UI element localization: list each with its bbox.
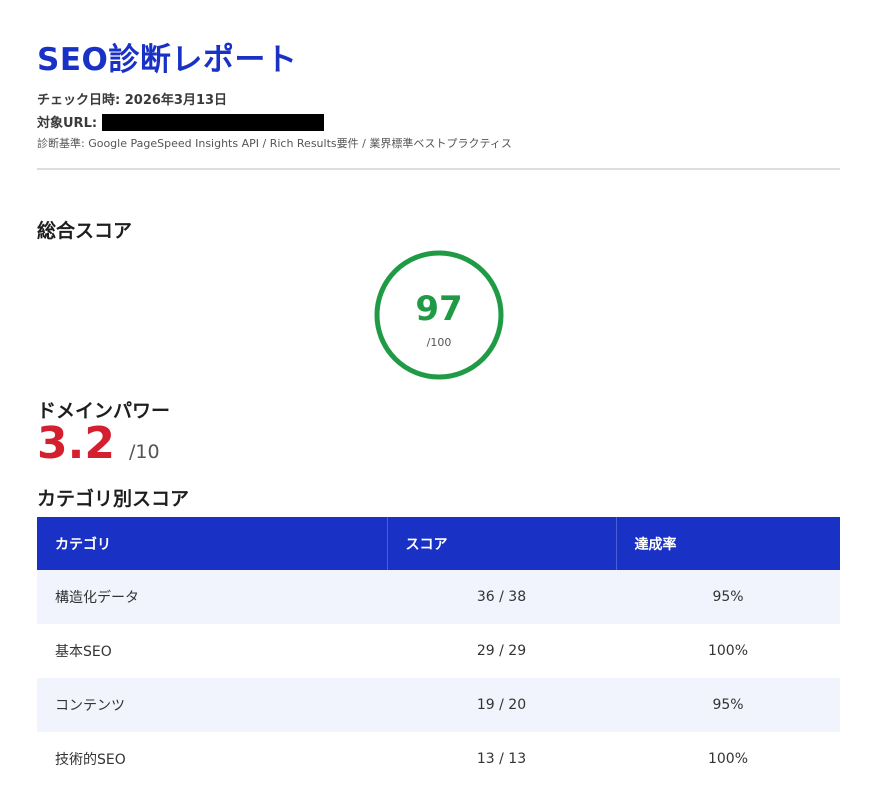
- table-header-row: カテゴリ スコア 達成率: [37, 517, 840, 570]
- total-score-heading: 総合スコア: [37, 220, 133, 242]
- category-name: コンテンツ: [37, 678, 387, 732]
- target-url: 対象URL:: [37, 112, 325, 132]
- column-header-category: カテゴリ: [37, 517, 388, 570]
- category-score: 36 / 38: [387, 570, 616, 624]
- total-score-gauge: 97 /100: [373, 249, 505, 381]
- domain-power-max: /10: [128, 441, 160, 463]
- column-header-rate: 達成率: [616, 517, 840, 570]
- category-rate: 100%: [616, 624, 840, 678]
- diagnosis-basis: 診断基準: Google PageSpeed Insights API / Ri…: [37, 137, 512, 150]
- column-header-score: スコア: [387, 517, 617, 570]
- header-divider: [37, 168, 840, 170]
- table-row: 構造化データ 36 / 38 95%: [37, 570, 840, 624]
- category-rate: 95%: [616, 570, 840, 624]
- target-url-label: 対象URL:: [37, 116, 98, 131]
- page-title: SEO診断レポート: [37, 42, 298, 78]
- category-score: 29 / 29: [387, 624, 616, 678]
- category-rate: 95%: [616, 678, 840, 732]
- total-score-max: /100: [426, 336, 452, 349]
- category-name: 技術的SEO: [37, 732, 387, 786]
- table-row: コンテンツ 19 / 20 95%: [37, 678, 840, 732]
- category-score: 19 / 20: [387, 678, 616, 732]
- category-score-heading: カテゴリ別スコア: [37, 488, 190, 510]
- category-name: 構造化データ: [37, 570, 387, 624]
- category-rate: 100%: [616, 732, 840, 786]
- domain-power-value: 3.2: [37, 418, 115, 469]
- total-score-value: 97: [415, 289, 463, 329]
- table-row: 技術的SEO 13 / 13 100%: [37, 732, 840, 786]
- category-score: 13 / 13: [387, 732, 616, 786]
- category-name: 基本SEO: [37, 624, 387, 678]
- check-date-label: チェック日時:: [37, 93, 121, 108]
- redacted-url-block: [102, 114, 325, 131]
- table-row: 基本SEO 29 / 29 100%: [37, 624, 840, 678]
- category-score-table: カテゴリ スコア 達成率 構造化データ 36 / 38 95% 基本SEO 29…: [37, 517, 840, 786]
- check-date-value: 2026年3月13日: [124, 93, 228, 108]
- domain-power-score: 3.2/10: [37, 418, 160, 469]
- check-date: チェック日時: 2026年3月13日: [37, 89, 227, 108]
